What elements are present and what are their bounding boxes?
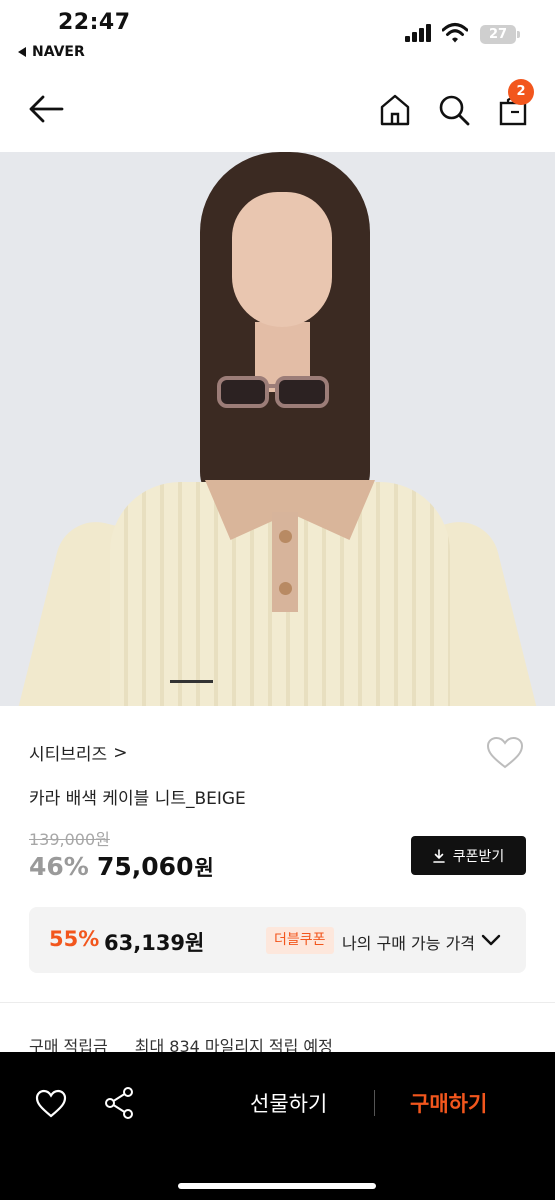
sale-price-value: 75,060 [97, 852, 194, 881]
my-price-label: 나의 구매 가능 가격 [342, 934, 476, 953]
my-price-panel[interactable]: 55% 63,139원 더블쿠폰 나의 구매 가능 가격 [29, 907, 526, 973]
status-time: 22:47 [58, 10, 131, 35]
chevron-right-icon: > [113, 742, 128, 763]
cellular-signal-icon [405, 24, 435, 42]
battery-nub [517, 31, 520, 38]
share-icon[interactable] [103, 1086, 135, 1120]
original-price: 139,000원 [29, 830, 110, 849]
top-navigation [0, 72, 555, 152]
brand-name: 시티브리즈 [29, 745, 108, 765]
get-coupon-button[interactable]: 쿠폰받기 [411, 836, 526, 875]
coupon-discount-rate: 55% [49, 927, 100, 951]
product-image[interactable] [0, 152, 555, 706]
gift-button[interactable]: 선물하기 [250, 1088, 327, 1118]
search-icon[interactable] [438, 94, 470, 126]
double-coupon-tag: 더블쿠폰 [266, 927, 334, 954]
heart-icon[interactable] [35, 1089, 67, 1119]
buy-button[interactable]: 구매하기 [410, 1088, 487, 1118]
home-icon[interactable] [380, 94, 410, 126]
currency-unit: 원 [194, 856, 214, 880]
product-title: 카라 배색 케이블 니트_BEIGE [29, 789, 246, 809]
home-indicator [178, 1183, 376, 1189]
bar-separator [374, 1090, 375, 1116]
discount-rate: 46% [29, 852, 89, 881]
heart-outline-icon[interactable] [486, 736, 524, 770]
wifi-icon [442, 23, 468, 43]
status-bar: 22:47 NAVER 27 [0, 0, 555, 72]
coupon-price: 63,139원 [104, 931, 205, 955]
section-divider [0, 1002, 555, 1003]
back-triangle-icon [18, 47, 26, 57]
sale-price: 75,060 원 [97, 852, 214, 882]
back-app-label: NAVER [32, 44, 85, 60]
bottom-action-bar: 선물하기 구매하기 [0, 1052, 555, 1200]
get-coupon-label: 쿠폰받기 [452, 848, 505, 865]
battery-icon: 27 [480, 25, 516, 44]
download-icon [432, 848, 445, 863]
brand-link[interactable]: 시티브리즈 > [29, 740, 128, 766]
back-to-app-link[interactable]: NAVER [18, 44, 85, 60]
arrow-left-icon[interactable] [28, 94, 64, 124]
chevron-down-icon[interactable] [481, 933, 501, 947]
image-slide-indicator [170, 680, 213, 683]
cart-count-badge: 2 [508, 79, 534, 105]
